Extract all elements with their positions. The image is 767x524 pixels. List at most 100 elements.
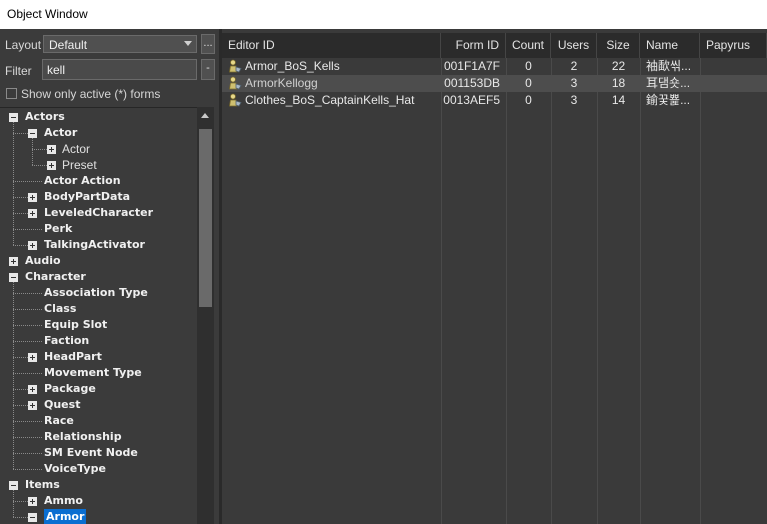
tree-item-label: VoiceType [44,462,106,475]
tree-item[interactable]: Relationship [0,429,197,445]
scroll-thumb[interactable] [199,129,212,307]
table-cell-size: 18 [611,76,626,90]
tree-item[interactable]: Actor [0,141,197,157]
collapse-icon[interactable] [9,481,18,490]
column-header[interactable]: Count [506,33,551,58]
collapse-icon[interactable] [9,113,18,122]
tree-item[interactable]: Perk [0,221,197,237]
expand-icon[interactable] [28,193,37,202]
tree-item-label: Association Type [44,286,148,299]
table-cell-name: 袖歃씪... [646,59,692,73]
expand-icon[interactable] [28,241,37,250]
column-header[interactable]: Size [597,33,640,58]
table-cell-count: 0 [525,76,532,90]
tree-item[interactable]: Race [0,413,197,429]
tree-item[interactable]: Armor [0,509,197,524]
table-cell-editor-id: Armor_BoS_Kells [245,59,340,73]
tree-item[interactable]: BodyPartData [0,189,197,205]
table-row[interactable]: Clothes_BoS_CaptainKells_Hat 0013AEF5 0 3 14… [222,92,767,109]
tree-item-label: Package [44,382,96,395]
tree-item[interactable]: Preset [0,157,197,173]
tree-item-label: TalkingActivator [44,238,145,251]
tree-item-label: Character [25,270,86,283]
tree-item-label: Relationship [44,430,122,443]
expand-icon[interactable] [28,353,37,362]
column-header[interactable]: Form ID [441,33,506,58]
collapse-icon[interactable] [28,129,37,138]
table-cell-users: 3 [570,93,578,107]
tree-item[interactable]: Association Type [0,285,197,301]
tree-item[interactable]: Faction [0,333,197,349]
tree-item[interactable]: Items [0,477,197,493]
column-divider [597,58,598,524]
tree-item[interactable]: Character [0,269,197,285]
layout-label: Layout [5,38,42,52]
tree-item[interactable]: TalkingActivator [0,237,197,253]
tree-item[interactable]: VoiceType [0,461,197,477]
tree-item-label: Ammo [44,494,83,507]
tree-item[interactable]: HeadPart [0,349,197,365]
table-cell-size: 22 [611,59,626,73]
table-cell-editor-id: Clothes_BoS_CaptainKells_Hat [245,93,415,107]
table-cell-papyrus [706,58,765,75]
expand-icon[interactable] [28,385,37,394]
filter-field[interactable] [42,59,197,80]
scroll-up-arrow-icon[interactable] [201,113,209,118]
tree-item-label: BodyPartData [44,190,131,203]
left-panel: Layout Default ... Filter - Show only ac… [0,29,219,524]
layout-options-button[interactable]: ... [201,34,215,54]
tree-item[interactable]: Audio [0,253,197,269]
table-cell-form-id: 001F1A7F [443,59,500,73]
tree-item-label: Movement Type [44,366,142,379]
show-active-checkbox[interactable] [6,88,17,99]
layout-value: Default [49,38,88,52]
column-header[interactable]: Editor ID [222,33,441,58]
tree-item-label: Actor Action [44,174,121,187]
column-header[interactable]: Users [551,33,597,58]
tree-item[interactable]: SM Event Node [0,445,197,461]
tree-item[interactable]: Ammo [0,493,197,509]
armor-item-icon [229,76,242,90]
tree-item[interactable]: Actor Action [0,173,197,189]
tree-item-label: Actors [25,110,65,123]
table-cell-name: 鍮꿎뾽... [646,93,691,107]
table-cell-size: 14 [611,93,626,107]
chevron-down-icon [184,41,192,46]
tree-item[interactable]: Actors [0,109,197,125]
tree-item-label: Actor [62,142,91,156]
window-title: Object Window [7,7,88,21]
tree-item[interactable]: Package [0,381,197,397]
filter-clear-button[interactable]: - [201,59,215,80]
expand-icon[interactable] [28,497,37,506]
table-cell-users: 3 [570,76,578,90]
expand-icon[interactable] [47,145,56,154]
table-row[interactable]: Armor_BoS_Kells 001F1A7F 0 2 22 袖歃씪... [222,58,767,75]
table-cell-form-id: 001153DB [444,76,500,90]
column-divider [551,58,552,524]
tree-item[interactable]: Equip Slot [0,317,197,333]
column-divider [506,58,507,524]
tree-scrollbar[interactable] [197,107,214,524]
tree-item[interactable]: Class [0,301,197,317]
tree-item-label: SM Event Node [44,446,138,459]
collapse-icon[interactable] [28,513,37,522]
tree-item-label: Faction [44,334,90,347]
expand-icon[interactable] [9,257,18,266]
tree-item-label: Preset [62,158,97,172]
expand-icon[interactable] [28,209,37,218]
column-divider [700,58,701,524]
tree-item[interactable]: LeveledCharacter [0,205,197,221]
armor-item-icon [229,93,242,107]
tree-item[interactable]: Actor [0,125,197,141]
expand-icon[interactable] [28,401,37,410]
tree-item[interactable]: Movement Type [0,365,197,381]
collapse-icon[interactable] [9,273,18,282]
column-header[interactable]: Name [640,33,700,58]
table-row[interactable]: ArmorKellogg 001153DB 0 3 18 耳댐숏... [222,75,767,92]
tree-item[interactable]: Quest [0,397,197,413]
filter-input[interactable] [43,60,196,79]
layout-dropdown[interactable]: Default [43,35,197,53]
filter-label: Filter [5,64,32,78]
expand-icon[interactable] [47,161,56,170]
column-header[interactable]: Papyrus [700,33,767,58]
